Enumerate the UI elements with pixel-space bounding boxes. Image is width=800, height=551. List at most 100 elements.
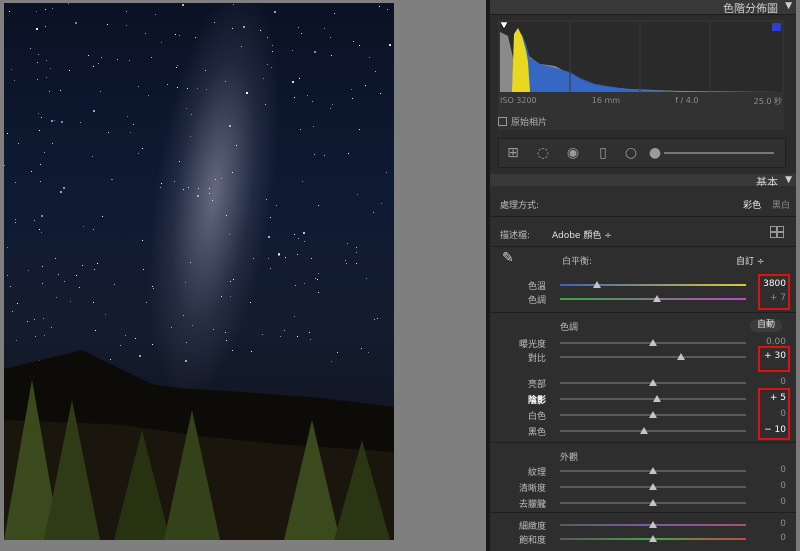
slider-temp[interactable]: 色溫 3800 bbox=[490, 278, 796, 292]
slider-track[interactable] bbox=[560, 395, 746, 402]
iso-value: ISO 3200 bbox=[500, 96, 537, 105]
checkbox[interactable] bbox=[498, 117, 507, 126]
slider-track[interactable] bbox=[560, 535, 746, 542]
slider-thumb[interactable] bbox=[649, 535, 657, 542]
slider-thumb[interactable] bbox=[649, 467, 657, 474]
wb-dropdown[interactable]: 自訂 ÷ bbox=[736, 254, 764, 267]
star bbox=[34, 319, 36, 321]
slider-thumb[interactable] bbox=[593, 281, 602, 288]
slider-blacks[interactable]: 黑色 − 10 bbox=[490, 424, 796, 438]
slider-track[interactable] bbox=[560, 339, 746, 346]
red-eye-icon[interactable]: ◉ bbox=[565, 145, 581, 161]
spot-removal-icon[interactable]: ◌ bbox=[535, 145, 551, 161]
star bbox=[36, 61, 38, 63]
slider-track[interactable] bbox=[560, 295, 746, 302]
slider-thumb[interactable] bbox=[652, 395, 661, 402]
star bbox=[359, 45, 361, 47]
star bbox=[43, 317, 45, 319]
slider-value[interactable]: 0 bbox=[780, 465, 786, 475]
slider-track[interactable] bbox=[560, 499, 746, 506]
slider-tint[interactable]: 色調 + 7 bbox=[490, 292, 796, 306]
star bbox=[95, 329, 97, 331]
slider-label: 陰影 bbox=[527, 396, 546, 406]
star bbox=[351, 98, 353, 100]
slider-vibrance[interactable]: 細緻度 0 bbox=[490, 518, 796, 532]
slider-thumb[interactable] bbox=[649, 339, 657, 346]
slider-exposure[interactable]: 曝光度 0.00 bbox=[490, 336, 796, 350]
star bbox=[176, 65, 178, 67]
star bbox=[82, 265, 84, 267]
slider-thumb[interactable] bbox=[649, 499, 657, 506]
collapse-triangle-icon[interactable]: ▼ bbox=[785, 175, 792, 185]
slider-contrast[interactable]: 對比 + 30 bbox=[490, 350, 796, 364]
star bbox=[55, 258, 57, 260]
slider-value[interactable]: 0 bbox=[780, 497, 786, 507]
slider-saturation[interactable]: 飽和度 0 bbox=[490, 532, 796, 546]
star bbox=[79, 286, 81, 288]
tree bbox=[164, 410, 220, 540]
slider-track[interactable] bbox=[560, 467, 746, 474]
adjustment-brush-icon[interactable]: ● bbox=[647, 145, 663, 161]
slider-texture[interactable]: 紋理 0 bbox=[490, 464, 796, 478]
slider-highlights[interactable]: 亮部 0 bbox=[490, 376, 796, 390]
slider-track[interactable] bbox=[560, 379, 746, 386]
treatment-color[interactable]: 彩色 bbox=[743, 201, 761, 211]
slider-value[interactable]: 0 bbox=[780, 377, 786, 387]
slider-thumb[interactable] bbox=[649, 483, 657, 490]
star bbox=[278, 254, 281, 257]
star bbox=[74, 21, 77, 24]
slider-track[interactable] bbox=[560, 483, 746, 490]
slider-thumb[interactable] bbox=[649, 411, 657, 418]
star bbox=[159, 186, 161, 188]
star bbox=[329, 108, 331, 110]
star bbox=[34, 220, 36, 222]
treatment-bw[interactable]: 黑白 bbox=[772, 201, 790, 211]
star bbox=[52, 8, 54, 10]
slider-thumb[interactable] bbox=[649, 521, 657, 528]
star bbox=[270, 217, 272, 219]
star bbox=[6, 247, 8, 249]
histogram-header[interactable]: 色階分佈圖 ▼ bbox=[490, 0, 796, 15]
slider-thumb[interactable] bbox=[652, 295, 661, 302]
slider-thumb[interactable] bbox=[676, 353, 685, 360]
star bbox=[245, 92, 248, 95]
slider-value[interactable]: 0 bbox=[780, 533, 786, 543]
slider-track[interactable] bbox=[560, 353, 746, 360]
star bbox=[43, 151, 45, 153]
profile-dropdown[interactable]: Adobe 顏色 ÷ bbox=[552, 228, 612, 241]
star bbox=[29, 47, 31, 49]
profile-browser-icon[interactable] bbox=[770, 226, 784, 238]
star bbox=[232, 350, 234, 352]
collapse-triangle-icon[interactable]: ▼ bbox=[785, 1, 792, 11]
star bbox=[178, 35, 180, 37]
radial-filter-icon[interactable]: ○ bbox=[623, 145, 639, 161]
eyedropper-icon[interactable]: ✎ bbox=[502, 250, 520, 270]
slider-whites[interactable]: 白色 0 bbox=[490, 408, 796, 422]
slider-shadows[interactable]: 陰影 + 5 bbox=[490, 392, 796, 406]
slider-thumb[interactable] bbox=[649, 379, 657, 386]
star bbox=[355, 247, 357, 249]
star bbox=[45, 59, 47, 61]
auto-button[interactable]: 自動 bbox=[750, 319, 782, 332]
slider-track[interactable] bbox=[560, 427, 746, 434]
slider-track[interactable] bbox=[560, 281, 746, 288]
original-photo-toggle[interactable]: 原始相片 bbox=[498, 115, 547, 128]
star bbox=[17, 302, 19, 304]
star bbox=[292, 81, 295, 84]
star bbox=[360, 347, 362, 349]
star bbox=[11, 310, 13, 312]
slider-track[interactable] bbox=[560, 411, 746, 418]
star bbox=[148, 95, 150, 97]
slider-dehaze[interactable]: 去朦朧 0 bbox=[490, 496, 796, 510]
star bbox=[298, 238, 300, 240]
slider-value[interactable]: 0 bbox=[780, 519, 786, 529]
star bbox=[379, 92, 381, 94]
slider-value[interactable]: 0 bbox=[780, 481, 786, 491]
slider-track[interactable] bbox=[560, 521, 746, 528]
crop-grid-icon[interactable]: ⊞ bbox=[505, 145, 521, 161]
graduated-filter-icon[interactable]: ▯ bbox=[595, 145, 611, 161]
tool-slider[interactable] bbox=[664, 152, 774, 154]
slider-clarity[interactable]: 清晰度 0 bbox=[490, 480, 796, 494]
slider-label: 去朦朧 bbox=[518, 500, 546, 510]
slider-thumb[interactable] bbox=[639, 427, 648, 434]
